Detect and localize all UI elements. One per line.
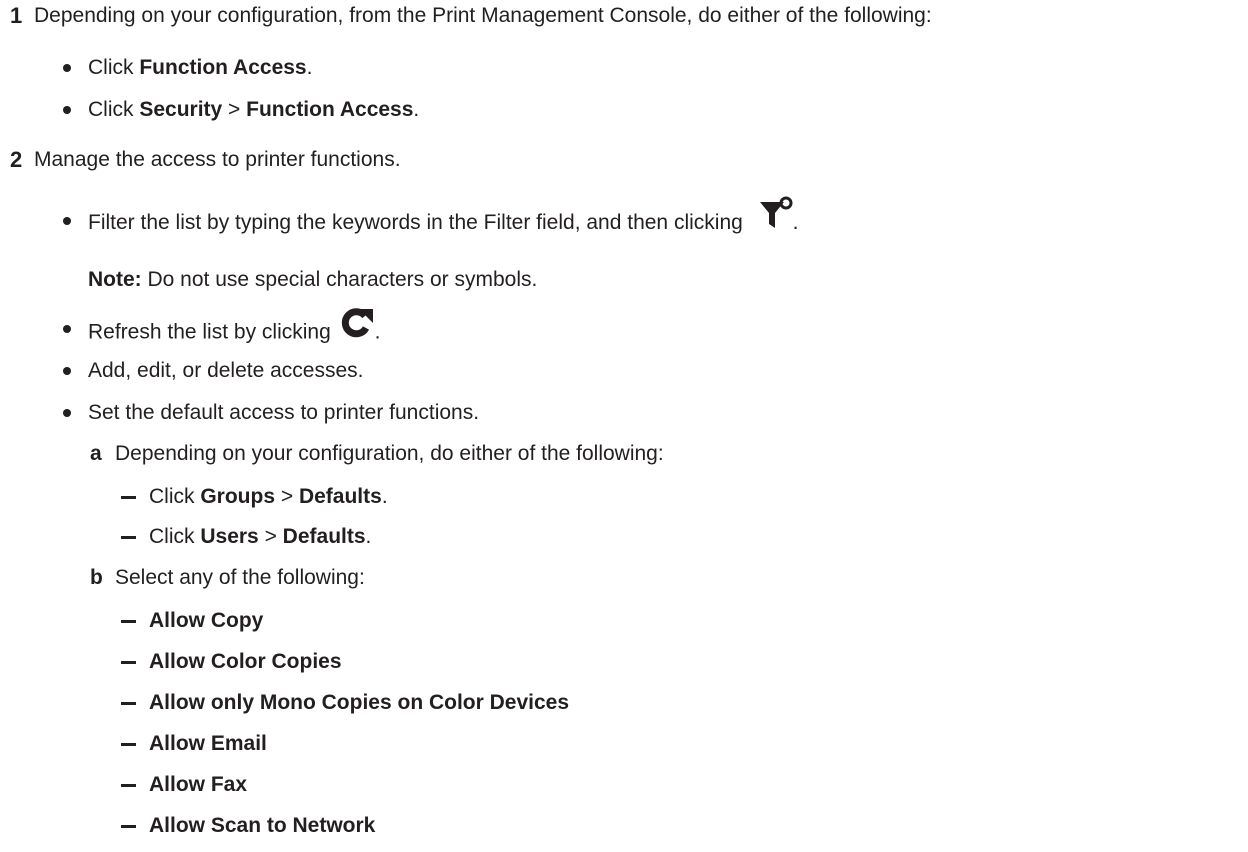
step-1-number: 1: [10, 3, 23, 28]
dash: [121, 784, 136, 787]
option-allow-email: Allow Email: [149, 732, 267, 755]
bullet: [63, 325, 71, 333]
bullet: [63, 64, 71, 72]
option-allow-copy: Allow Copy: [149, 609, 264, 632]
bullet: [63, 217, 71, 225]
step-2-number: 2: [10, 147, 23, 172]
step-1-option-1: Click Function Access.: [88, 56, 313, 79]
bullet: [63, 367, 71, 375]
set-default-text: Set the default access to printer functi…: [88, 401, 480, 424]
filter-instruction: Filter the list by typing the keywords i…: [88, 196, 799, 244]
add-edit-delete-text: Add, edit, or delete accesses.: [88, 359, 364, 382]
substep-a-letter: a: [90, 442, 102, 465]
refresh-icon: [339, 306, 375, 350]
filter-icon: [759, 196, 793, 239]
dash: [121, 661, 136, 664]
dash: [121, 743, 136, 746]
option-allow-color-copies: Allow Color Copies: [149, 650, 342, 673]
dash: [121, 620, 136, 623]
option-allow-mono-copies: Allow only Mono Copies on Color Devices: [149, 691, 570, 714]
substep-b-text: Select any of the following:: [115, 566, 365, 589]
option-allow-scan-to-network: Allow Scan to Network: [149, 814, 376, 837]
dash: [121, 702, 136, 705]
step-1-option-2: Click Security > Function Access.: [88, 98, 420, 121]
dash: [121, 825, 136, 828]
substep-a-text: Depending on your configuration, do eith…: [115, 442, 664, 465]
dash: [121, 496, 136, 499]
substep-b-letter: b: [90, 566, 103, 589]
document-page: 1 Depending on your configuration, from …: [0, 0, 1248, 852]
substep-a-item-1: Click Groups > Defaults.: [149, 485, 388, 508]
bullet: [63, 409, 71, 417]
step-1-text: Depending on your configuration, from th…: [34, 4, 932, 27]
refresh-instruction: Refresh the list by clicking .: [88, 308, 380, 348]
option-allow-fax: Allow Fax: [149, 773, 248, 796]
step-2-text: Manage the access to printer functions.: [34, 148, 401, 171]
substep-a-item-2: Click Users > Defaults.: [149, 525, 372, 548]
dash: [121, 536, 136, 539]
note: Note: Do not use special characters or s…: [88, 268, 538, 291]
bullet: [63, 106, 71, 114]
